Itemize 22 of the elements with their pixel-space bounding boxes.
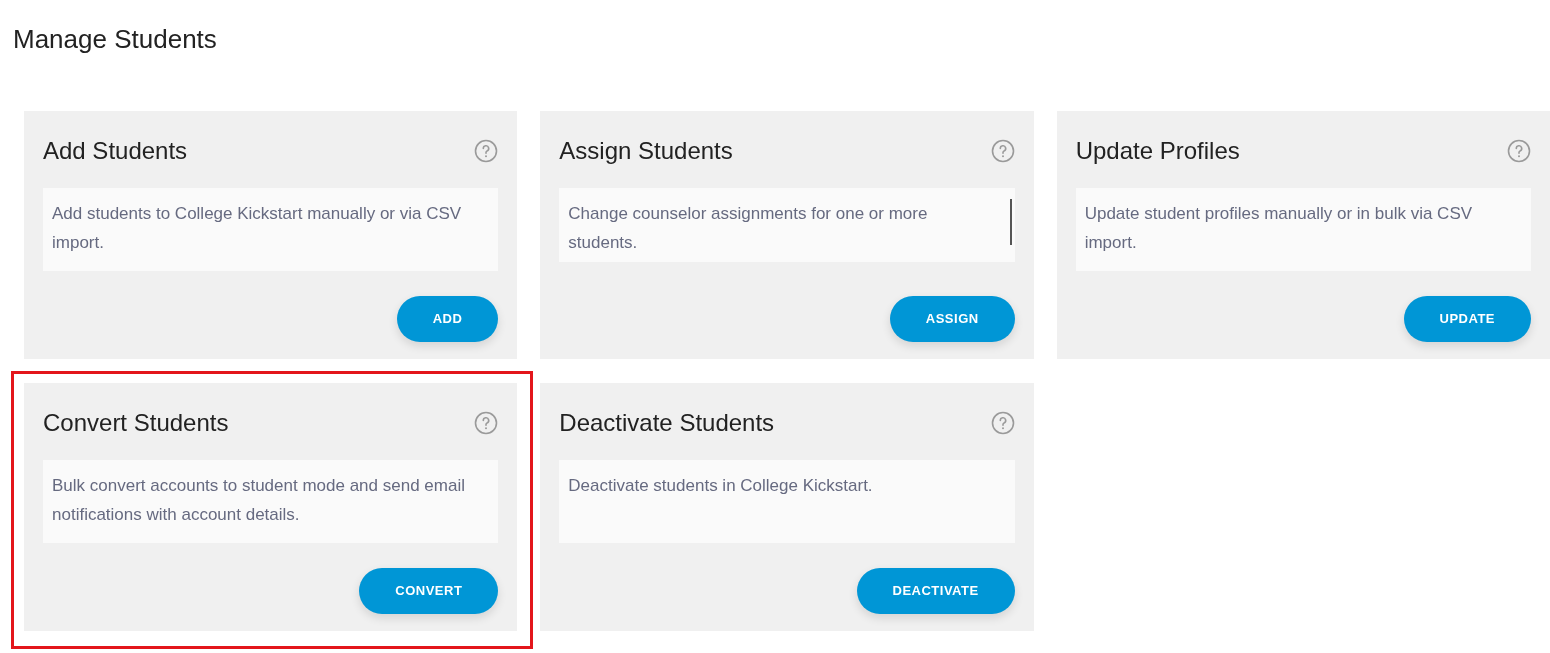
card-description: Add students to College Kickstart manually or via CSV import. — [52, 203, 463, 254]
action-button[interactable]: DEACTIVATE — [856, 568, 1015, 614]
action-button[interactable]: ADD — [396, 296, 499, 342]
card-description: Deactivate students in College Kickstart. — [568, 475, 874, 497]
help-icon[interactable] — [474, 139, 499, 163]
help-icon[interactable] — [990, 139, 1015, 163]
card-title: Add Students — [43, 136, 188, 166]
card-description: Update student profiles manually or in bulk via CSV import. — [1084, 203, 1474, 254]
card-title: Update Profiles — [1075, 136, 1240, 166]
card-title: Assign Students — [559, 136, 733, 166]
action-button[interactable]: CONVERT — [359, 568, 499, 614]
scrollbar[interactable] — [1009, 199, 1012, 245]
page-title: Manage Students — [13, 23, 218, 56]
card-title: Deactivate Students — [559, 408, 775, 438]
action-button[interactable]: UPDATE — [1403, 296, 1531, 342]
help-icon[interactable] — [990, 411, 1015, 435]
card-title: Convert Students — [43, 408, 229, 438]
card-description: Change counselor assignments for one or more students. — [568, 203, 929, 254]
card-description: Bulk convert accounts to student mode and send email notifications with account details. — [52, 475, 466, 526]
help-icon[interactable] — [474, 411, 499, 435]
help-icon[interactable] — [1507, 139, 1531, 163]
action-button[interactable]: ASSIGN — [889, 296, 1015, 342]
